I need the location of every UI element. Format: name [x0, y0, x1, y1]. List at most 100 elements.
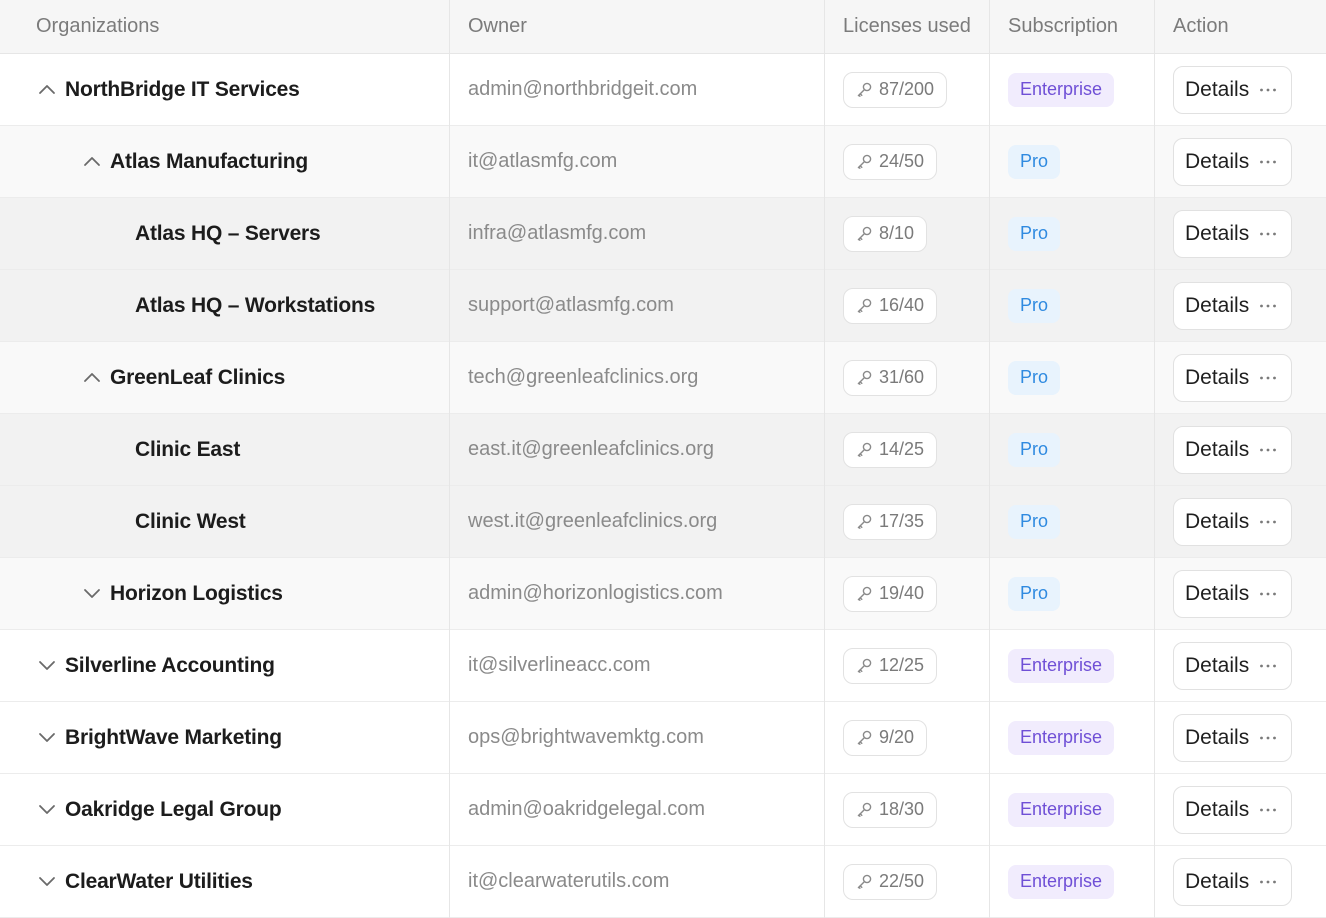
subscription-badge: Pro: [1008, 216, 1061, 251]
details-button[interactable]: Details: [1173, 497, 1293, 546]
action-cell: Details: [1154, 558, 1326, 629]
header-label: Action: [1173, 15, 1229, 37]
organization-name: Atlas Manufacturing: [110, 149, 309, 173]
table-row[interactable]: Clinic East east.it@greenleafclinics.org…: [0, 414, 1326, 486]
details-button[interactable]: Details: [1173, 857, 1293, 906]
more-horizontal-icon: [1259, 880, 1277, 884]
organization-cell: Clinic West: [0, 486, 449, 557]
more-horizontal-icon: [1259, 304, 1277, 308]
chevron-down-icon[interactable]: [74, 588, 110, 599]
licenses-count: 31/60: [879, 367, 925, 387]
details-button[interactable]: Details: [1173, 569, 1293, 618]
chevron-up-icon[interactable]: [29, 84, 65, 95]
licenses-cell: 18/30: [824, 774, 989, 845]
table-row[interactable]: Atlas HQ – Workstations support@atlasmfg…: [0, 270, 1326, 342]
licenses-pill: 16/40: [843, 287, 938, 324]
licenses-cell: 19/40: [824, 558, 989, 629]
details-button[interactable]: Details: [1173, 713, 1293, 762]
subscription-cell: Enterprise: [989, 702, 1154, 773]
organization-name: Silverline Accounting: [65, 653, 275, 677]
table-row[interactable]: BrightWave Marketing ops@brightwavemktg.…: [0, 702, 1326, 774]
licenses-cell: 9/20: [824, 702, 989, 773]
licenses-pill: 87/200: [843, 71, 948, 108]
table-row[interactable]: Atlas HQ – Servers infra@atlasmfg.com 8/…: [0, 198, 1326, 270]
header-label: Owner: [468, 15, 527, 37]
chevron-down-icon[interactable]: [29, 732, 65, 743]
key-icon: [856, 729, 873, 746]
header-label: Licenses used: [843, 15, 971, 37]
organization-name: Clinic East: [135, 437, 241, 461]
chevron-down-icon[interactable]: [29, 804, 65, 815]
key-icon: [856, 81, 873, 98]
details-button[interactable]: Details: [1173, 785, 1293, 834]
subscription-badge: Pro: [1008, 432, 1061, 467]
owner-email: east.it@greenleafclinics.org: [468, 438, 714, 460]
owner-cell: support@atlasmfg.com: [449, 270, 824, 341]
licenses-pill: 8/10: [843, 215, 928, 252]
more-horizontal-icon: [1259, 592, 1277, 596]
key-icon: [856, 297, 873, 314]
licenses-pill: 24/50: [843, 143, 938, 180]
table-row[interactable]: Silverline Accounting it@silverlineacc.c…: [0, 630, 1326, 702]
licenses-count: 24/50: [879, 151, 925, 171]
action-cell: Details: [1154, 486, 1326, 557]
table-row[interactable]: NorthBridge IT Services admin@northbridg…: [0, 54, 1326, 126]
column-divider: [824, 0, 825, 918]
organizations-table: Organizations Owner Licenses used Subscr…: [0, 0, 1326, 918]
chevron-up-icon[interactable]: [74, 372, 110, 383]
organization-name: ClearWater Utilities: [65, 869, 253, 893]
subscription-cell: Enterprise: [989, 774, 1154, 845]
licenses-pill: 19/40: [843, 575, 938, 612]
table-row[interactable]: Oakridge Legal Group admin@oakridgelegal…: [0, 774, 1326, 846]
header-organizations[interactable]: Organizations: [0, 0, 449, 53]
licenses-count: 18/30: [879, 799, 925, 819]
more-horizontal-icon: [1259, 88, 1277, 92]
organization-cell: Oakridge Legal Group: [0, 774, 449, 845]
chevron-down-icon[interactable]: [29, 660, 65, 671]
details-button[interactable]: Details: [1173, 281, 1293, 330]
owner-email: admin@oakridgelegal.com: [468, 798, 706, 820]
licenses-pill: 31/60: [843, 359, 938, 396]
details-button[interactable]: Details: [1173, 209, 1293, 258]
details-button[interactable]: Details: [1173, 425, 1293, 474]
organization-cell: BrightWave Marketing: [0, 702, 449, 773]
details-button[interactable]: Details: [1173, 65, 1293, 114]
table-row[interactable]: GreenLeaf Clinics tech@greenleafclinics.…: [0, 342, 1326, 414]
chevron-down-icon[interactable]: [29, 876, 65, 887]
details-button[interactable]: Details: [1173, 353, 1293, 402]
table-row[interactable]: Horizon Logistics admin@horizonlogistics…: [0, 558, 1326, 630]
action-cell: Details: [1154, 54, 1326, 125]
more-horizontal-icon: [1259, 520, 1277, 524]
organization-cell: NorthBridge IT Services: [0, 54, 449, 125]
details-button[interactable]: Details: [1173, 137, 1293, 186]
header-subscription[interactable]: Subscription: [989, 0, 1154, 53]
table-row[interactable]: Clinic West west.it@greenleafclinics.org…: [0, 486, 1326, 558]
subscription-badge: Enterprise: [1008, 648, 1115, 683]
table-row[interactable]: Atlas Manufacturing it@atlasmfg.com 24/5…: [0, 126, 1326, 198]
organization-cell: ClearWater Utilities: [0, 846, 449, 917]
owner-cell: east.it@greenleafclinics.org: [449, 414, 824, 485]
header-owner[interactable]: Owner: [449, 0, 824, 53]
subscription-cell: Pro: [989, 558, 1154, 629]
licenses-cell: 8/10: [824, 198, 989, 269]
organization-cell: Atlas Manufacturing: [0, 126, 449, 197]
key-icon: [856, 441, 873, 458]
key-icon: [856, 369, 873, 386]
subscription-badge: Enterprise: [1008, 720, 1115, 755]
owner-cell: it@atlasmfg.com: [449, 126, 824, 197]
table-row[interactable]: ClearWater Utilities it@clearwaterutils.…: [0, 846, 1326, 918]
owner-email: it@clearwaterutils.com: [468, 870, 670, 892]
subscription-badge: Pro: [1008, 288, 1061, 323]
licenses-cell: 22/50: [824, 846, 989, 917]
more-horizontal-icon: [1259, 376, 1277, 380]
action-cell: Details: [1154, 774, 1326, 845]
more-horizontal-icon: [1259, 736, 1277, 740]
owner-cell: tech@greenleafclinics.org: [449, 342, 824, 413]
chevron-up-icon[interactable]: [74, 156, 110, 167]
details-label: Details: [1185, 437, 1250, 461]
details-button[interactable]: Details: [1173, 641, 1293, 690]
more-horizontal-icon: [1259, 160, 1277, 164]
licenses-pill: 12/25: [843, 647, 938, 684]
header-licenses-used[interactable]: Licenses used: [824, 0, 989, 53]
action-cell: Details: [1154, 630, 1326, 701]
